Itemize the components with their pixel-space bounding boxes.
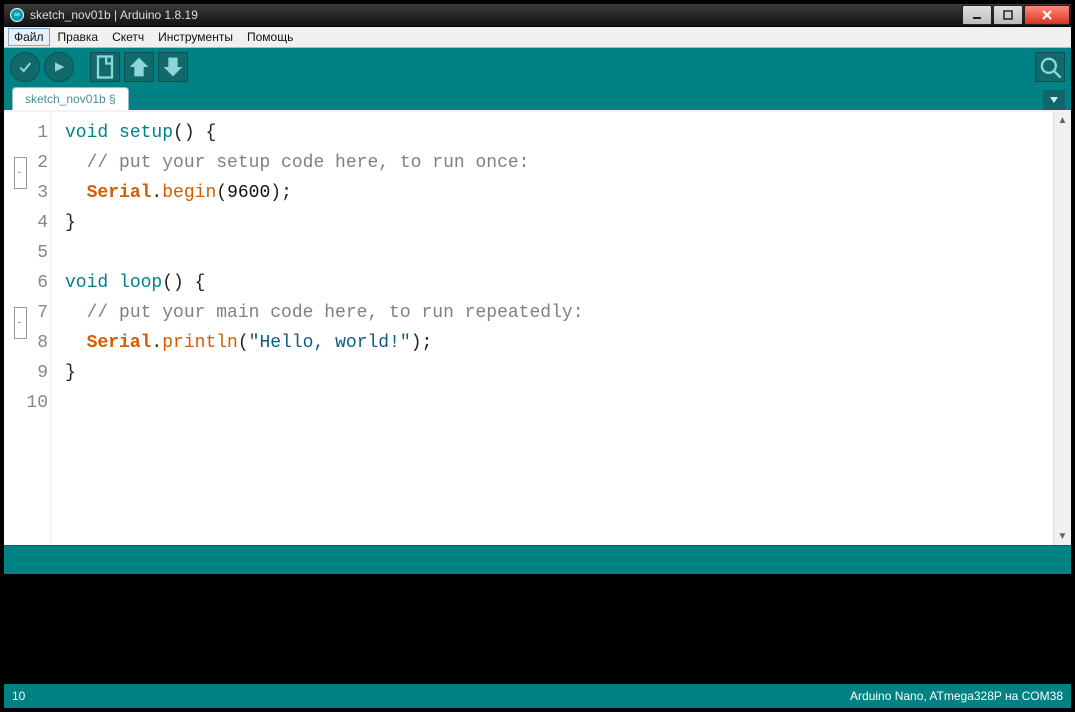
window-title: sketch_nov01b | Arduino 1.8.19 (30, 8, 962, 22)
line-number: 2 (4, 148, 50, 178)
serial-monitor-button[interactable] (1035, 52, 1065, 82)
line-number: 9 (4, 358, 50, 388)
open-button[interactable] (124, 52, 154, 82)
code-line[interactable] (65, 238, 1053, 268)
board-info: Arduino Nano, ATmega328P на COM38 (850, 689, 1063, 703)
menu-скетч[interactable]: Скетч (106, 28, 150, 46)
footer: 10 Arduino Nano, ATmega328P на COM38 (4, 684, 1071, 708)
code-line[interactable] (65, 388, 1053, 418)
tabbar: sketch_nov01b § (4, 86, 1071, 110)
code-editor[interactable]: 1-23456-78910 void setup() { // put your… (4, 110, 1071, 545)
code-line[interactable]: // put your main code here, to run repea… (65, 298, 1053, 328)
new-button[interactable] (90, 52, 120, 82)
titlebar: sketch_nov01b | Arduino 1.8.19 (4, 4, 1071, 27)
app-icon (10, 8, 24, 22)
scroll-down-icon[interactable]: ▼ (1054, 528, 1071, 545)
app-window: sketch_nov01b | Arduino 1.8.19 ФайлПравк… (3, 3, 1072, 709)
cursor-line: 10 (12, 689, 25, 703)
menu-файл[interactable]: Файл (8, 28, 50, 46)
line-number: 1- (4, 118, 50, 148)
line-number: 5 (4, 238, 50, 268)
line-number: 10 (4, 388, 50, 418)
vertical-scrollbar[interactable]: ▲ ▼ (1053, 112, 1071, 545)
tab-menu-button[interactable] (1043, 90, 1065, 110)
code-line[interactable]: Serial.begin(9600); (65, 178, 1053, 208)
toolbar (4, 48, 1071, 86)
console-output[interactable] (4, 574, 1071, 684)
line-number: 4 (4, 208, 50, 238)
line-number: 3 (4, 178, 50, 208)
code-line[interactable]: void setup() { (65, 118, 1053, 148)
upload-button[interactable] (44, 52, 74, 82)
code-area[interactable]: void setup() { // put your setup code he… (50, 112, 1053, 545)
scroll-up-icon[interactable]: ▲ (1054, 112, 1071, 129)
save-button[interactable] (158, 52, 188, 82)
verify-button[interactable] (10, 52, 40, 82)
status-strip (4, 545, 1071, 574)
code-line[interactable]: void loop() { (65, 268, 1053, 298)
menu-инструменты[interactable]: Инструменты (152, 28, 239, 46)
code-line[interactable]: } (65, 358, 1053, 388)
tab-label: sketch_nov01b § (25, 92, 116, 106)
code-line[interactable]: } (65, 208, 1053, 238)
menu-помощь[interactable]: Помощь (241, 28, 299, 46)
menubar: ФайлПравкаСкетчИнструментыПомощь (4, 27, 1071, 48)
minimize-button[interactable] (962, 5, 992, 25)
close-button[interactable] (1024, 5, 1070, 25)
menu-правка[interactable]: Правка (52, 28, 105, 46)
sketch-tab[interactable]: sketch_nov01b § (12, 87, 129, 110)
code-line[interactable]: Serial.println("Hello, world!"); (65, 328, 1053, 358)
maximize-button[interactable] (993, 5, 1023, 25)
line-number: 7 (4, 298, 50, 328)
line-gutter: 1-23456-78910 (4, 112, 50, 545)
line-number: 6- (4, 268, 50, 298)
code-line[interactable]: // put your setup code here, to run once… (65, 148, 1053, 178)
line-number: 8 (4, 328, 50, 358)
